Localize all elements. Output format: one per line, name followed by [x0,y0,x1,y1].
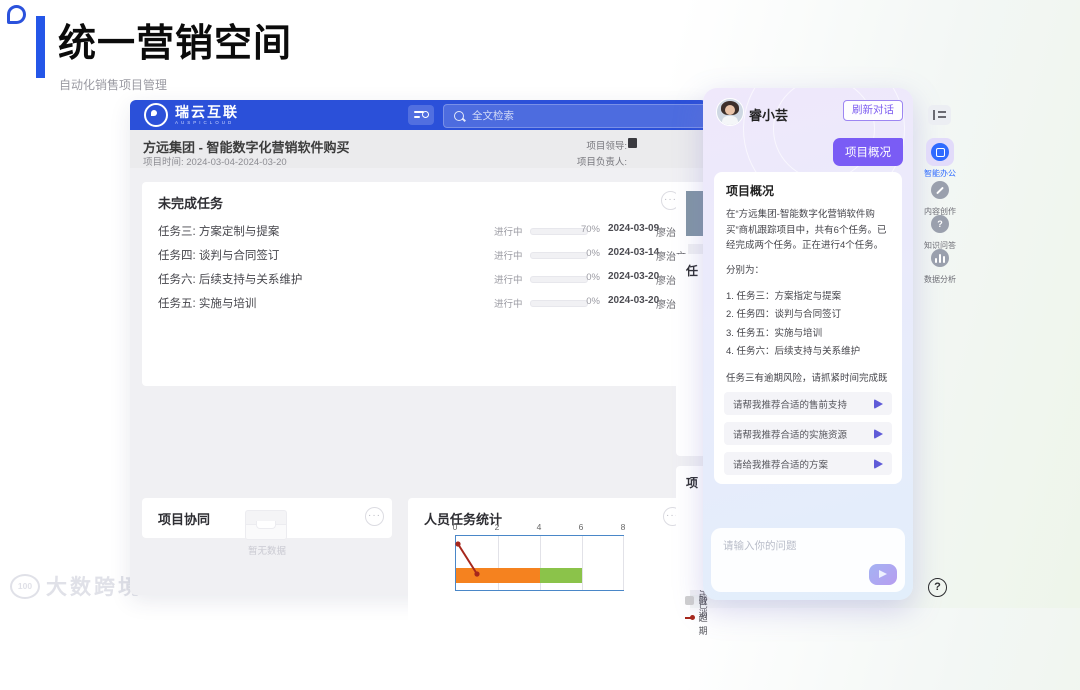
task-date: 2024-03-14 [608,247,660,258]
task-name: 任务五: 实施与培训 [158,298,257,310]
axis-tick: 2 [494,522,500,532]
mini-magnifier-icon [422,111,429,118]
advanced-search-button[interactable] [408,105,434,125]
reply-title: 项目概况 [726,184,775,198]
refresh-chat-button[interactable]: 刷新对话 [843,100,903,121]
axis-tick: 0 [452,522,458,532]
suggestion-text: 请帮我推荐合适的售前支持 [733,399,848,411]
brand-swirl-icon [144,103,168,127]
card-title: 未完成任务 [158,196,224,211]
avatar [716,98,744,126]
reply-paragraph: 分别为： [726,265,765,277]
task-bar-chart: 0 2 4 6 8 成 取消 已超期 [452,522,708,636]
help-icon[interactable]: ? [928,578,947,597]
assistant-name: 睿小芸 [749,108,789,123]
sidebar-item-smart-office[interactable]: 智能办公 [920,138,960,179]
task-row[interactable]: 任务四: 谈判与合同签订 进行中 0% 2024-03-14 廖治文 [142,244,688,266]
task-percent: 0% [586,272,600,283]
search-icon [454,111,464,121]
clipped-card-title: 任 [686,264,699,278]
x-axis-ticks: 0 2 4 6 8 [452,522,626,532]
smart-office-icon [931,143,949,161]
send-arrow-icon [874,398,883,409]
task-percent: 70% [580,224,600,235]
page-title: 统一营销空间 [58,23,293,65]
project-leader-label: 项目领导: [586,141,627,152]
corner-logo-icon [7,5,26,24]
watermark-mark-icon: 100 [10,573,40,599]
project-owner-label: 项目负责人: [576,157,627,168]
watermark-logo: 100 大数跨境 [10,571,142,601]
overdue-line [455,541,480,577]
brand-logo: 瑞云互联 AUSPICLOUD [144,103,239,127]
task-status: 进行中 [494,251,523,262]
send-arrow-icon [874,428,883,439]
send-plane-icon [879,570,887,578]
suggestion-button[interactable]: 请给我推荐合适的方案 [724,452,892,475]
task-date: 2024-03-09 [608,223,660,234]
reply-list-item: 2. 任务四：谈判与合同签订 [726,309,842,321]
unfinished-tasks-card: 未完成任务 ··· 任务三: 方案定制与提案 进行中 70% 2024-03-0… [142,182,688,386]
more-options-icon[interactable]: ··· [365,507,384,526]
task-row[interactable]: 任务三: 方案定制与提案 进行中 70% 2024-03-09 廖治文 [142,220,688,242]
reply-list-item: 4. 任务六：后续支持与关系维护 [726,346,861,358]
collapse-panel-icon[interactable] [928,105,951,125]
reply-list-item: 3. 任务五：实施与培训 [726,327,823,339]
task-name: 任务三: 方案定制与提案 [158,226,280,238]
empty-inbox-icon [245,510,289,540]
project-info-bar: 方远集团 - 智能数字化营销软件购买 项目时间: 2024-03-04-2024… [130,130,707,168]
suggestion-text: 请给我推荐合适的方案 [733,459,829,471]
reply-paragraph: 在“方远集团-智能数字化营销软件购买”商机跟踪项目中，共有6个任务。已经完成两个… [726,209,887,252]
axis-tick: 4 [536,522,542,532]
chat-header: 睿小芸 刷新对话 [703,88,913,132]
legend-label: 已超期 [698,600,708,636]
task-percent: 0% [586,296,600,307]
suggestions-card: 请帮我推荐合适的售前支持 请帮我推荐合适的实施资源 请给我推荐合适的方案 [714,383,902,484]
task-status: 进行中 [494,275,523,286]
reply-list-item: 1. 任务三：方案指定与提案 [726,290,842,302]
project-time: 项目时间: 2024-03-04-2024-03-20 [143,157,287,168]
card-title: 项目协同 [158,512,211,527]
send-button[interactable] [869,564,897,585]
legend-line-marker [685,615,695,620]
suggestion-text: 请帮我推荐合适的实施资源 [733,429,848,441]
watermark-text: 大数跨境 [46,576,142,599]
clipped-card-title: 项 [686,476,699,490]
clipped-name-fragment [628,138,637,148]
app-header: 瑞云互联 AUSPICLOUD [130,100,829,130]
suggestion-button[interactable]: 请帮我推荐合适的售前支持 [724,392,892,415]
task-date: 2024-03-20 [608,295,660,306]
knowledge-qa-icon: ? [931,215,949,233]
empty-state: 暂无数据 [237,510,297,557]
suggestion-button[interactable]: 请帮我推荐合适的实施资源 [724,422,892,445]
data-analysis-icon [931,249,949,267]
send-arrow-icon [874,458,883,469]
task-date: 2024-03-20 [608,271,660,282]
brand-name: 瑞云互联 [175,103,239,120]
task-status: 进行中 [494,227,523,238]
task-percent: 0% [586,248,600,259]
sidebar-item-label: 数据分析 [924,275,956,284]
task-name: 任务六: 后续支持与关系维护 [158,274,303,286]
empty-state-text: 暂无数据 [247,546,286,557]
content-creation-icon [931,181,949,199]
axis-tick: 6 [578,522,584,532]
sidebar-item-data-analysis[interactable]: 数据分析 [920,244,960,285]
question-input-card [711,528,905,592]
ai-assistant-panel: 睿小芸 刷新对话 项目概况 项目概况 在“方远集团-智能数字化营销软件购买”商机… [703,88,913,600]
app-content-area: 未完成任务 ··· 任务三: 方案定制与提案 进行中 70% 2024-03-0… [130,168,708,690]
title-accent-bar [36,16,45,78]
legend-swatch [685,596,694,605]
task-row[interactable]: 任务六: 后续支持与关系维护 进行中 0% 2024-03-20 廖治文 [142,268,688,290]
brand-subname: AUSPICLOUD [175,119,235,125]
task-status: 进行中 [494,299,523,310]
plot-area [455,535,624,591]
task-row[interactable]: 任务五: 实施与培训 进行中 0% 2024-03-20 廖治文 [142,292,688,314]
personnel-task-stats-card: 人员任务统计 ··· 0 2 4 6 8 成 取消 已超期 [408,498,708,690]
page-subtitle: 自动化销售项目管理 [59,78,168,92]
axis-tick: 8 [620,522,626,532]
app-window: 瑞云互联 AUSPICLOUD 方远集团 - 智能数字化营销软件购买 项目时间:… [130,100,829,690]
task-name: 任务四: 谈判与合同签订 [158,250,280,262]
user-message-bubble: 项目概况 [833,138,903,166]
